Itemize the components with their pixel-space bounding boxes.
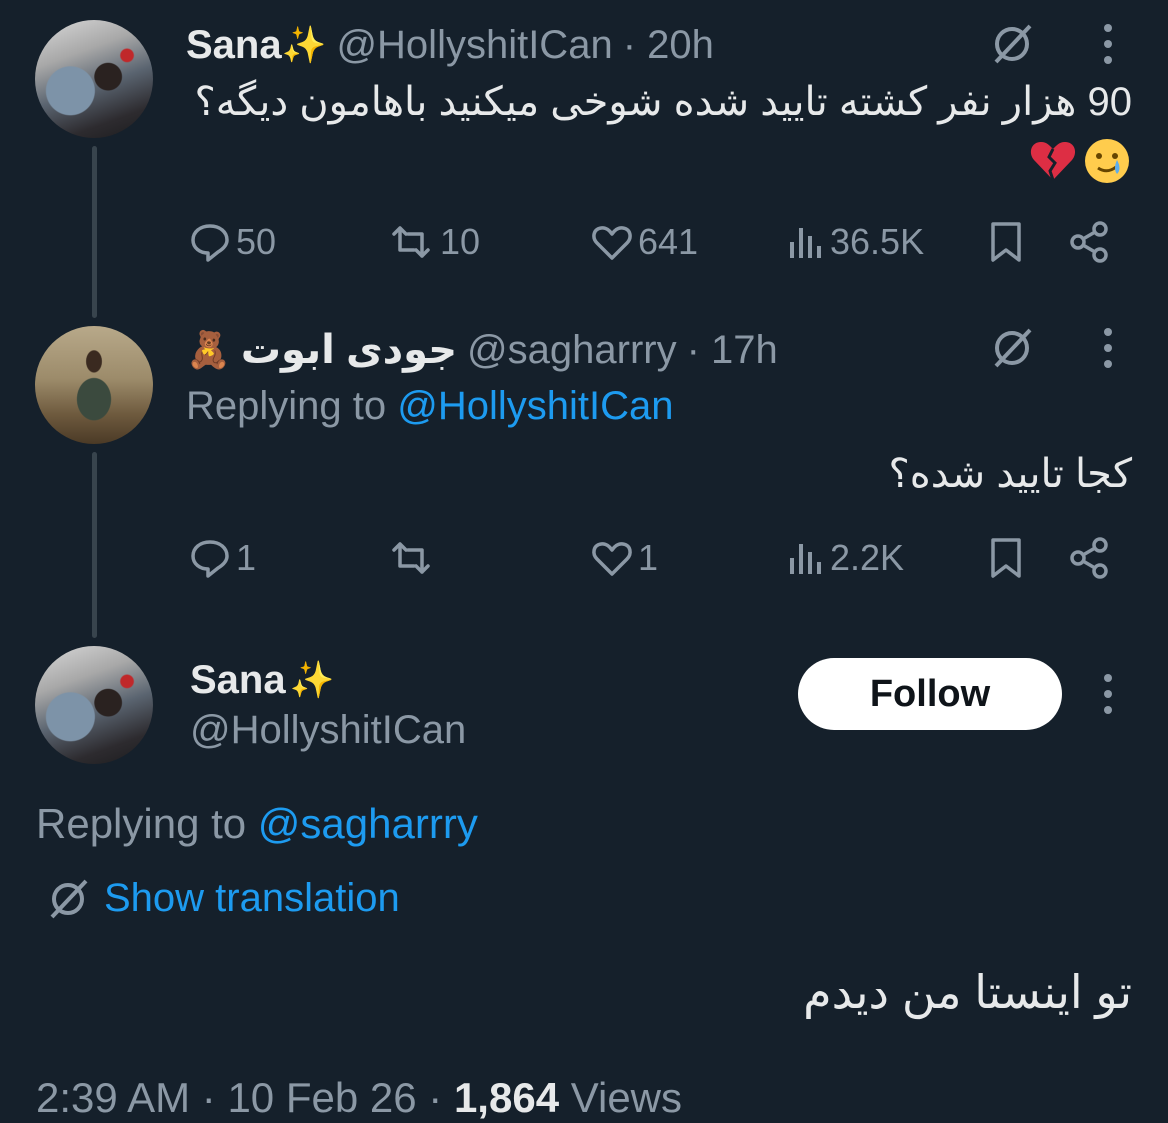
user-handle[interactable]: @HollyshitICan [190, 708, 466, 753]
views-count: 2.2K [830, 537, 905, 578]
thread-line [92, 452, 97, 638]
share-icon[interactable] [1068, 220, 1112, 269]
heart-icon [592, 226, 632, 260]
like-button[interactable]: 641 [590, 220, 698, 264]
follow-button[interactable]: Follow [798, 658, 1062, 730]
replying-handle-link[interactable]: @HollyshitICan [397, 384, 673, 428]
tweet-text: تو اینستا من دیدم [803, 966, 1132, 1018]
tweet-header: Sana ✨ @HollyshitICan · 20h [186, 20, 714, 70]
retweet-icon [392, 226, 430, 258]
show-translation-button[interactable]: Show translation [46, 876, 400, 921]
grok-icon[interactable] [990, 22, 1034, 71]
separator: · [201, 1074, 216, 1121]
share-icon[interactable] [1068, 536, 1112, 585]
tweet-date[interactable]: 10 Feb 26 [227, 1074, 416, 1121]
retweet-icon [392, 542, 430, 574]
tweet-text: کجا تایید شده؟ [888, 452, 1133, 496]
reply-button[interactable]: 50 [188, 220, 276, 264]
reply-count: 50 [236, 221, 277, 262]
tweet-emojis [1028, 136, 1132, 191]
views-count: 36.5K [830, 221, 925, 262]
avatar[interactable] [35, 20, 153, 138]
reply-count: 1 [236, 537, 257, 578]
display-name[interactable]: جودی ابوت [241, 327, 457, 373]
grok-icon[interactable] [990, 326, 1034, 375]
sparkles-icon: ✨ [281, 24, 327, 65]
teddy-bear-icon: 🧸 [186, 329, 231, 370]
views-icon [790, 228, 821, 258]
separator: · [428, 1074, 443, 1121]
more-options-icon[interactable] [1098, 22, 1118, 71]
replying-label: Replying to [186, 384, 387, 428]
retweet-count: 10 [440, 221, 481, 262]
thread-line [92, 146, 97, 318]
views-count: 1,864 [453, 1074, 560, 1121]
timestamp[interactable]: · 17h [687, 328, 778, 373]
like-count: 1 [638, 537, 659, 578]
bookmark-icon[interactable] [986, 536, 1026, 585]
replying-to: Replying to @HollyshitICan [186, 384, 674, 429]
views-button[interactable]: 36.5K [786, 220, 924, 264]
reply-button[interactable]: 1 [188, 536, 256, 580]
translate-icon [50, 879, 88, 918]
like-count: 641 [638, 221, 699, 262]
user-handle[interactable]: @sagharrry [467, 328, 677, 373]
avatar[interactable] [35, 326, 153, 444]
replying-label: Replying to [36, 800, 247, 847]
views-icon [790, 544, 821, 574]
like-button[interactable]: 1 [590, 536, 658, 580]
heart-icon [592, 542, 632, 576]
display-name[interactable]: Sana [190, 658, 286, 703]
tweet-text: 90 هزار نفر کشته تایید شده شوخی میکنید ب… [194, 80, 1132, 124]
show-translation-label[interactable]: Show translation [104, 876, 400, 921]
avatar[interactable] [35, 646, 153, 764]
timestamp[interactable]: · 20h [623, 23, 714, 68]
bookmark-icon[interactable] [986, 220, 1026, 269]
author-name-row: Sana ✨ [190, 654, 334, 706]
views-label: Views [570, 1074, 683, 1121]
more-options-icon[interactable] [1098, 326, 1118, 375]
tweet-header: 🧸 جودی ابوت @sagharrry · 17h [186, 324, 778, 376]
more-options-icon[interactable] [1098, 672, 1118, 721]
user-handle[interactable]: @HollyshitICan [336, 23, 612, 68]
reply-icon [191, 224, 229, 262]
replying-handle-link[interactable]: @sagharrry [258, 800, 478, 847]
tweet-time[interactable]: 2:39 AM [36, 1074, 190, 1121]
views-button[interactable]: 2.2K [786, 536, 904, 580]
tweet-meta: 2:39 AM · 10 Feb 26 · 1,864 Views [36, 1074, 682, 1122]
retweet-button[interactable] [386, 536, 436, 580]
reply-icon [191, 540, 229, 578]
retweet-button[interactable]: 10 [386, 220, 480, 264]
replying-to: Replying to @sagharrry [36, 800, 478, 848]
crying-smile-face-icon [1082, 136, 1132, 191]
display-name[interactable]: Sana [186, 23, 282, 68]
broken-heart-icon [1028, 136, 1078, 191]
sparkles-icon: ✨ [289, 659, 335, 700]
